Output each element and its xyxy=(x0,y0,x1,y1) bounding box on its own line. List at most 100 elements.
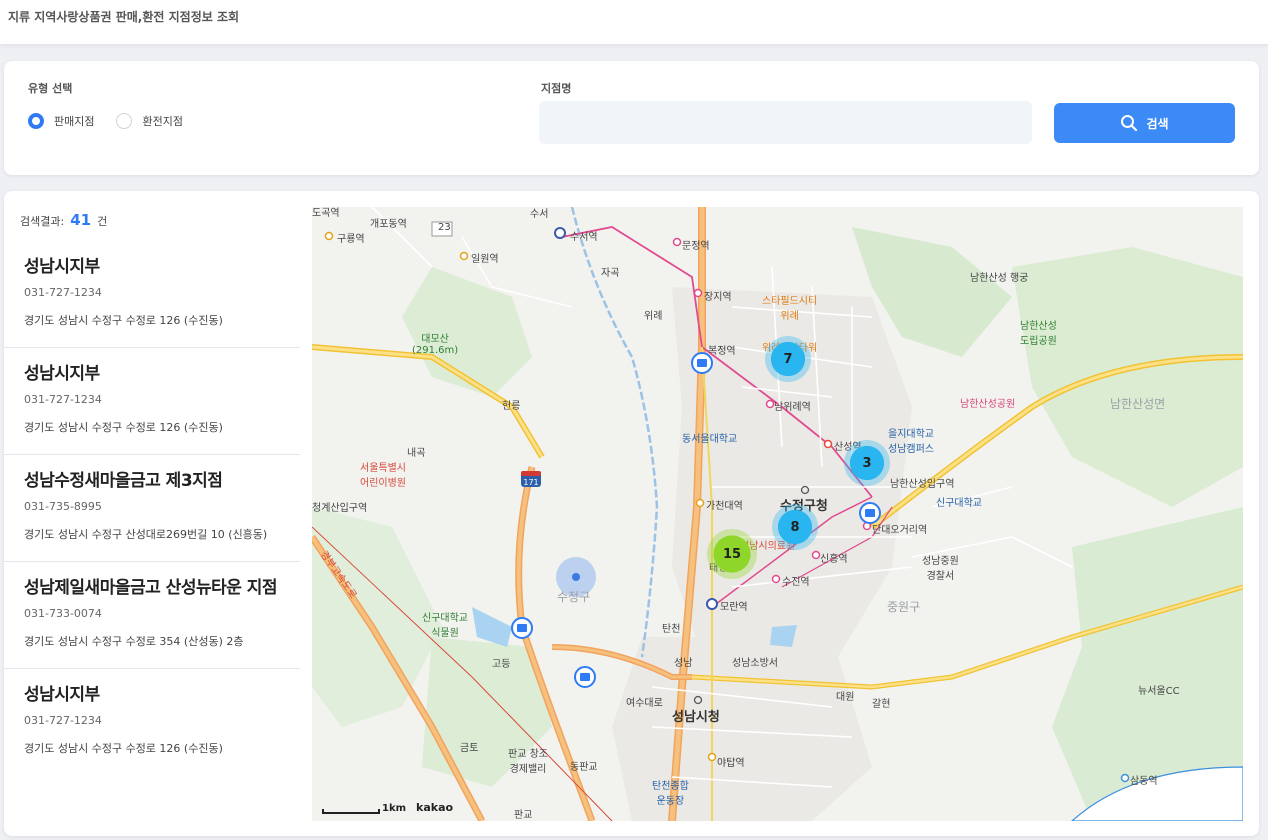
branch-phone: 031-735-8995 xyxy=(24,500,102,513)
map-label-route: 23 xyxy=(438,222,451,233)
scale-bar-label: 1km xyxy=(382,803,407,814)
map-label-fire: 성남소방서 xyxy=(732,658,778,669)
branch-name-label: 지점명 xyxy=(541,82,572,95)
branch-name: 성남수정새마을금고 제3지점 xyxy=(24,471,223,491)
branch-address: 경기도 성남시 수정구 수정로 126 (수진동) xyxy=(24,421,223,434)
map-label-namhansanseong-park: 남한산성공원 xyxy=(960,399,1016,410)
map-label-jangji: 장지역 xyxy=(704,292,732,303)
branch-name: 성남시지부 xyxy=(24,364,100,384)
scale-bar-line xyxy=(322,809,380,814)
map-label-daemosan: 대모산 (291.6m) xyxy=(412,334,459,356)
map-label-guryong: 구룡역 xyxy=(337,234,365,245)
map-label-irwon: 일원역 xyxy=(471,254,499,265)
map-label-danda: 단대오거리역 xyxy=(872,525,928,536)
radio-sales-label: 판매지점 xyxy=(54,115,95,128)
map-label-cheonggye: 청계산입구역 xyxy=(312,503,368,514)
map-label-gacheon: 가천대역 xyxy=(706,501,743,512)
branch-list: 성남시지부 031-727-1234 경기도 성남시 수정구 수정로 126 (… xyxy=(4,241,300,775)
branch-marker-icon[interactable] xyxy=(511,617,533,639)
branch-phone: 031-727-1234 xyxy=(24,714,102,727)
type-select-label: 유형 선택 xyxy=(28,82,73,95)
search-icon xyxy=(1121,115,1138,132)
map-label-heolleung: 헌릉 xyxy=(502,401,521,412)
branch-name-input[interactable] xyxy=(539,101,1032,144)
cluster-marker[interactable]: 15 xyxy=(707,529,757,579)
top-bar: 지류 지역사랑상품권 판매,환전 지점정보 조회 xyxy=(0,0,1268,44)
branch-marker-icon[interactable] xyxy=(859,502,881,524)
map-label-shingu-garden: 신구대학교 식물원 xyxy=(422,613,468,639)
radio-sales-branch[interactable]: 판매지점 xyxy=(28,113,94,129)
map-label-daewon: 대원 xyxy=(836,692,855,703)
map-label-geumto: 금토 xyxy=(460,743,479,754)
map-label-suseo: 수서역 xyxy=(570,232,598,243)
branch-address: 경기도 성남시 수정구 산성대로269번길 10 (신흥동) xyxy=(24,528,268,541)
branch-name: 성남시지부 xyxy=(24,685,100,705)
map-label-wirye-ic: 위례 xyxy=(644,311,663,322)
map-label-haenggung: 남한산성 행궁 xyxy=(970,273,1029,284)
map-label-dongseoul: 동서울대학교 xyxy=(682,434,738,445)
page-title: 지류 지역사랑상품권 판매,환전 지점정보 조회 xyxy=(8,10,240,24)
map-label-suseo-ic: 수서 xyxy=(530,209,549,220)
map-label-yatap: 야탑역 xyxy=(717,758,745,769)
map-label-namhansanseong-station: 남한산성입구역 xyxy=(890,479,955,490)
branch-phone: 031-727-1234 xyxy=(24,286,102,299)
branch-address: 경기도 성남시 수정구 수정로 354 (산성동) 2층 xyxy=(24,635,244,648)
map-label-sujin: 수진역 xyxy=(782,577,810,588)
map-label-police: 성남중원 경찰서 xyxy=(922,556,959,582)
search-button[interactable]: 검색 xyxy=(1054,103,1235,143)
branch-address: 경기도 성남시 수정구 수정로 126 (수진동) xyxy=(24,742,223,755)
list-item[interactable]: 성남제일새마을금고 산성뉴타운 지점 031-733-0074 경기도 성남시 … xyxy=(4,562,300,669)
map-label-munjeong: 문정역 xyxy=(682,241,710,252)
result-count-label: 검색결과: xyxy=(20,215,65,228)
map-scale-bar: 1km kakao xyxy=(322,801,453,814)
map-label-galhyeon: 갈현 xyxy=(872,699,891,710)
cluster-marker[interactable]: 7 xyxy=(765,336,811,382)
type-radio-group: 판매지점 환전지점 xyxy=(28,113,205,129)
result-panel: 검색결과: 41 건 성남시지부 031-727-1234 경기도 성남시 수정… xyxy=(4,191,1259,836)
map-label-pangyo-valley: 판교 창조 경제밸리 xyxy=(508,749,548,775)
branch-marker-icon[interactable] xyxy=(574,666,596,688)
list-item[interactable]: 성남시지부 031-727-1234 경기도 성남시 수정구 수정로 126 (… xyxy=(4,669,300,775)
radio-exchange-branch[interactable]: 환전지점 xyxy=(116,113,183,129)
map-label-yeosu: 여수대로 xyxy=(626,698,663,709)
search-panel: 유형 선택 판매지점 환전지점 지점명 검색 xyxy=(4,61,1259,175)
branch-phone: 031-733-0074 xyxy=(24,607,102,620)
map-label-dongpangyo: 동판교 xyxy=(570,762,598,773)
map-label-city-hall: 성남시청 xyxy=(672,710,720,725)
map-view[interactable]: 171 도곡역 개포동역 구룡역 23 수서역 수서 문정역 일원역 자곡 장지… xyxy=(312,207,1243,821)
map-label-tancheon: 탄천 xyxy=(662,624,681,635)
map-label-pangyo: 판교 xyxy=(514,810,533,821)
map-label-provincial-park: 남한산성 도립공원 xyxy=(1020,321,1057,347)
branch-marker-icon[interactable] xyxy=(691,352,713,374)
map-label-bokjeong: 복정역 xyxy=(708,346,736,357)
map-label-wirye: 스타필드시티 위례 xyxy=(762,296,818,322)
list-item[interactable]: 성남시지부 031-727-1234 경기도 성남시 수정구 수정로 126 (… xyxy=(4,241,300,348)
cluster-marker[interactable]: 8 xyxy=(772,504,818,550)
cluster-marker[interactable]: 3 xyxy=(844,440,890,486)
map-label-dokok: 도곡역 xyxy=(312,208,340,219)
radio-selected-indicator[interactable] xyxy=(28,113,44,129)
branch-name: 성남시지부 xyxy=(24,257,100,277)
map-provider-logo: kakao xyxy=(416,801,454,814)
map-label-naegok: 내곡 xyxy=(407,448,426,459)
map-label-sujeong-gu: 수정구 xyxy=(557,590,591,604)
map-label-gaepo: 개포동역 xyxy=(370,219,407,230)
map-label-namhansanseong-myeon: 남한산성면 xyxy=(1110,397,1166,411)
branch-address: 경기도 성남시 수정구 수정로 126 (수진동) xyxy=(24,314,223,327)
radio-unselected-indicator[interactable] xyxy=(116,113,133,129)
list-item[interactable]: 성남수정새마을금고 제3지점 031-735-8995 경기도 성남시 수정구 … xyxy=(4,455,300,562)
branch-phone: 031-727-1234 xyxy=(24,393,102,406)
map-label-sampyeong: 삼동역 xyxy=(1130,776,1158,787)
radio-exchange-label: 환전지점 xyxy=(142,115,183,128)
map-label-godeung: 고등 xyxy=(492,659,511,670)
svg-text:171: 171 xyxy=(523,478,538,487)
map-label-moran: 모란역 xyxy=(720,602,748,613)
list-item[interactable]: 성남시지부 031-727-1234 경기도 성남시 수정구 수정로 126 (… xyxy=(4,348,300,455)
result-count-unit: 건 xyxy=(97,215,108,228)
map-label-new-seoul-cc: 뉴서울CC xyxy=(1138,686,1180,697)
result-count: 검색결과: 41 건 xyxy=(20,211,107,229)
map-label-jungwon-gu: 중원구 xyxy=(887,600,921,614)
map-label-seoul-hospital: 서울특별시 어린이병원 xyxy=(360,463,406,489)
search-button-label: 검색 xyxy=(1146,116,1169,131)
map-label-eulji: 을지대학교 성남캠퍼스 xyxy=(888,429,934,455)
